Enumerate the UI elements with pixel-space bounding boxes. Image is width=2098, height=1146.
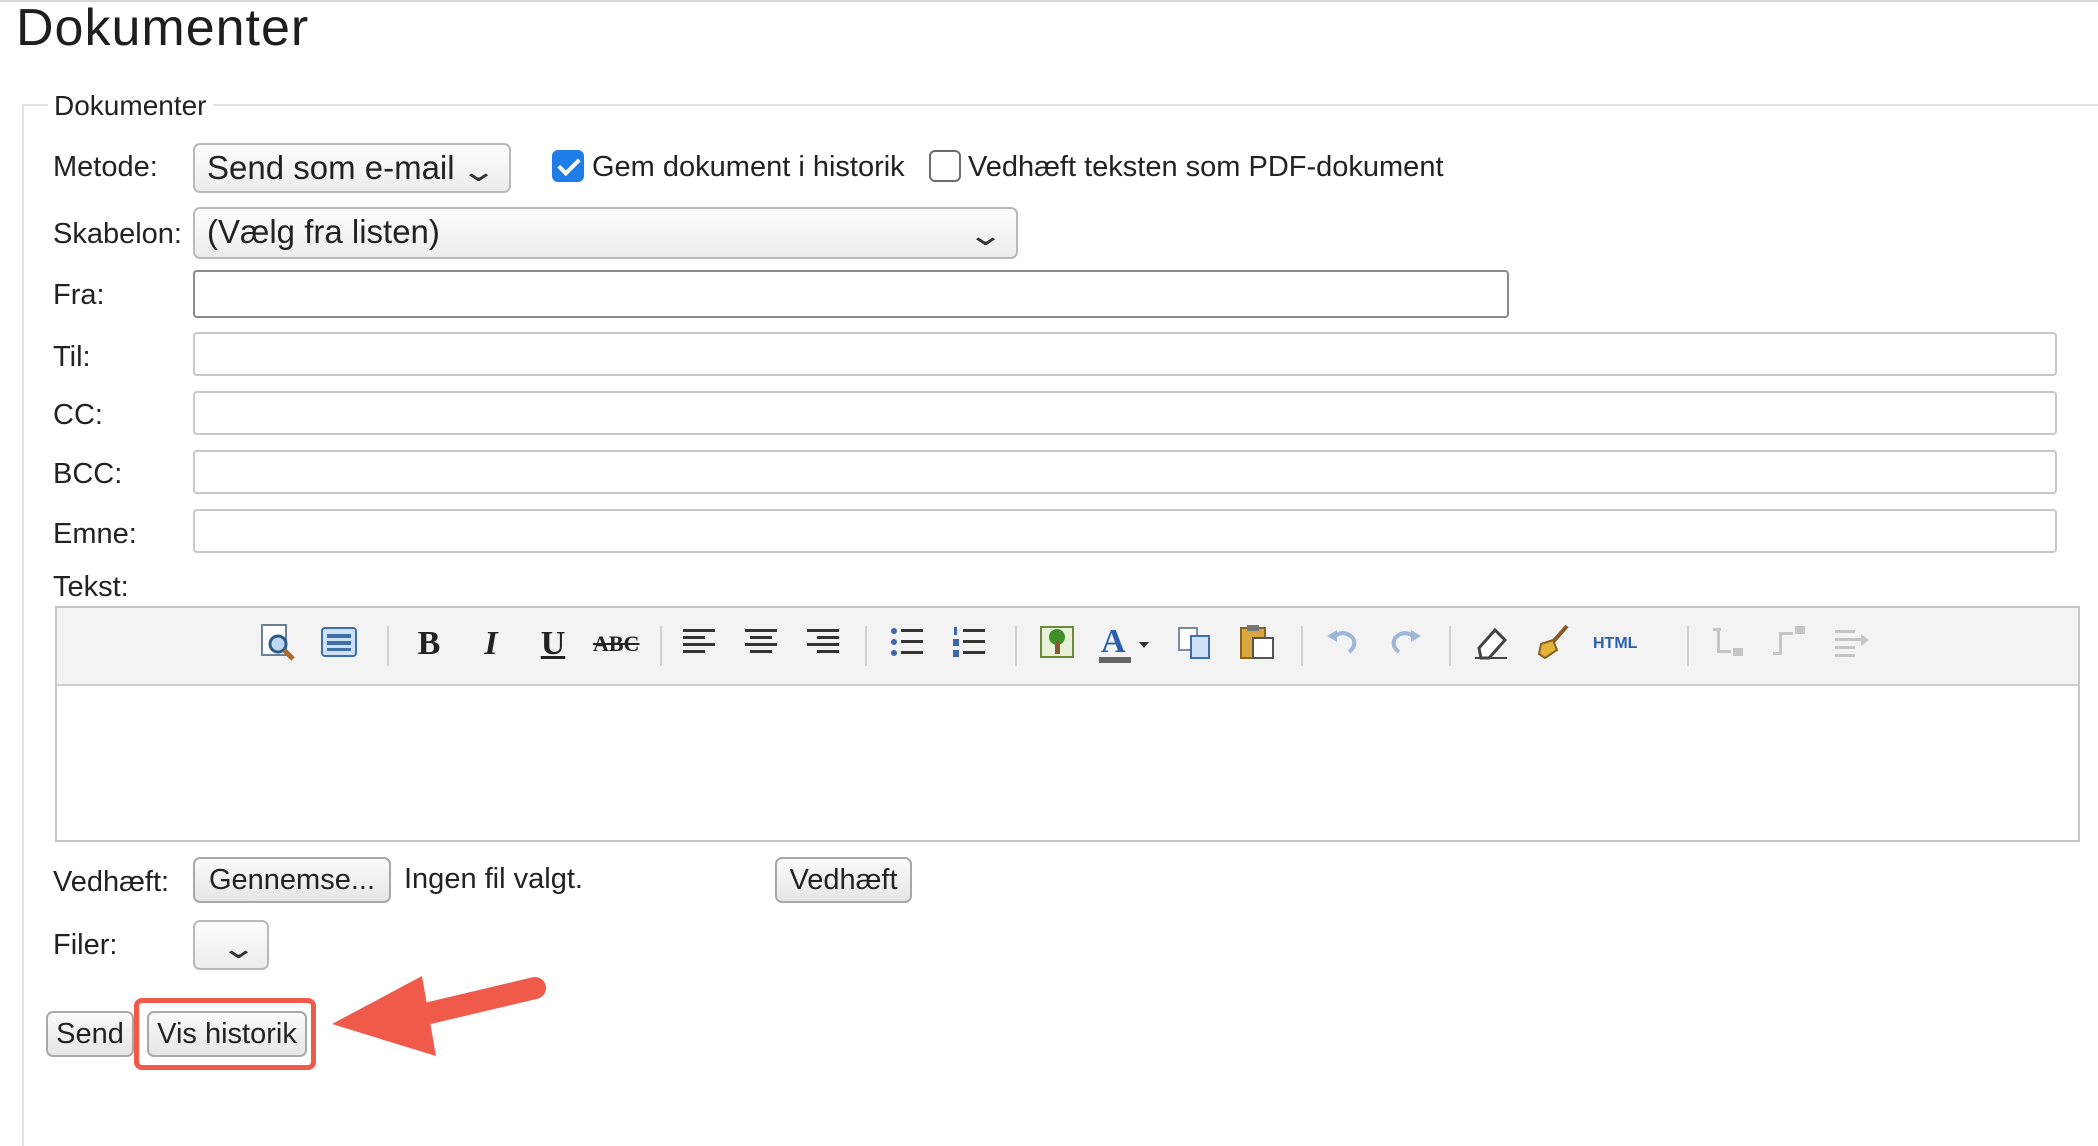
- toolbar-separator: [1449, 626, 1451, 666]
- copy-icon[interactable]: [1173, 622, 1217, 666]
- redo-icon[interactable]: [1383, 622, 1427, 666]
- strikethrough-button[interactable]: ABC: [593, 622, 639, 666]
- annotation-arrow-icon: [332, 976, 546, 1056]
- files-select[interactable]: ⌄: [193, 920, 269, 970]
- attach-pdf-label[interactable]: Vedhæft teksten som PDF-dokument: [968, 150, 1444, 184]
- method-select[interactable]: Send som e-mail ⌄: [193, 143, 511, 193]
- paste-icon[interactable]: [1235, 622, 1279, 666]
- text-label: Tekst:: [53, 571, 129, 603]
- align-right-icon[interactable]: [801, 622, 845, 666]
- attach-label: Vedhæft:: [53, 866, 170, 898]
- from-field[interactable]: [193, 270, 1509, 318]
- to-field[interactable]: [193, 332, 2057, 376]
- save-history-label[interactable]: Gem dokument i historik: [592, 150, 905, 184]
- toolbar-separator: [1687, 626, 1689, 666]
- method-select-value: Send som e-mail: [207, 149, 455, 186]
- fieldset-legend: Dokumenter: [48, 90, 213, 122]
- page-title: Dokumenter: [16, 0, 310, 57]
- top-divider: [0, 0, 2098, 2]
- save-history-checkbox[interactable]: [552, 150, 584, 182]
- files-label: Filer:: [53, 929, 118, 961]
- method-label: Metode:: [53, 151, 158, 183]
- toolbar-separator: [660, 626, 662, 666]
- browse-button[interactable]: Gennemse...: [193, 857, 391, 903]
- align-center-icon[interactable]: [739, 622, 783, 666]
- editor-content-area[interactable]: [57, 686, 2078, 840]
- attach-pdf-checkbox[interactable]: [929, 150, 961, 182]
- from-label: Fra:: [53, 279, 105, 311]
- attach-button[interactable]: Vedhæft: [775, 857, 912, 903]
- bullet-list-icon[interactable]: [885, 622, 929, 666]
- table-icon[interactable]: [1829, 622, 1873, 666]
- chevron-down-icon: ⌄: [219, 932, 258, 965]
- preview-icon[interactable]: [255, 622, 299, 666]
- send-button[interactable]: Send: [46, 1011, 134, 1057]
- annotation-highlight-box: [134, 998, 316, 1070]
- toolbar-separator: [865, 626, 867, 666]
- template-select-value: (Vælg fra listen): [207, 213, 440, 250]
- align-left-icon[interactable]: [677, 622, 721, 666]
- html-source-icon[interactable]: HTML: [1593, 622, 1637, 666]
- toolbar-separator: [1015, 626, 1017, 666]
- svg-text:A: A: [1101, 623, 1126, 660]
- editor-toolbar: B I U ABC A HTML: [57, 608, 2078, 686]
- text-editor: B I U ABC A HTML: [55, 606, 2080, 842]
- eraser-icon[interactable]: [1469, 622, 1513, 666]
- bcc-field[interactable]: [193, 450, 2057, 494]
- subject-field[interactable]: [193, 509, 2057, 553]
- toolbar-separator: [387, 626, 389, 666]
- bcc-label: BCC:: [53, 458, 123, 490]
- select-all-icon[interactable]: [317, 622, 361, 666]
- template-label: Skabelon:: [53, 218, 182, 250]
- subject-label: Emne:: [53, 518, 137, 550]
- to-label: Til:: [53, 341, 91, 373]
- clean-format-icon[interactable]: [1531, 622, 1575, 666]
- template-select[interactable]: (Vælg fra listen) ⌄: [193, 207, 1018, 259]
- indent-icon[interactable]: [1705, 622, 1749, 666]
- underline-button[interactable]: U: [531, 622, 575, 666]
- italic-button[interactable]: I: [469, 622, 513, 666]
- no-file-text: Ingen fil valgt.: [404, 863, 583, 895]
- toolbar-separator: [1301, 626, 1303, 666]
- chevron-down-icon: ⌄: [459, 155, 498, 188]
- outdent-icon[interactable]: [1767, 622, 1811, 666]
- numbered-list-icon[interactable]: [947, 622, 991, 666]
- cc-field[interactable]: [193, 391, 2057, 435]
- insert-image-icon[interactable]: [1035, 622, 1079, 666]
- text-color-icon[interactable]: A: [1097, 622, 1149, 666]
- chevron-down-icon: ⌄: [966, 219, 1005, 252]
- undo-icon[interactable]: [1321, 622, 1365, 666]
- bold-button[interactable]: B: [407, 622, 451, 666]
- cc-label: CC:: [53, 399, 103, 431]
